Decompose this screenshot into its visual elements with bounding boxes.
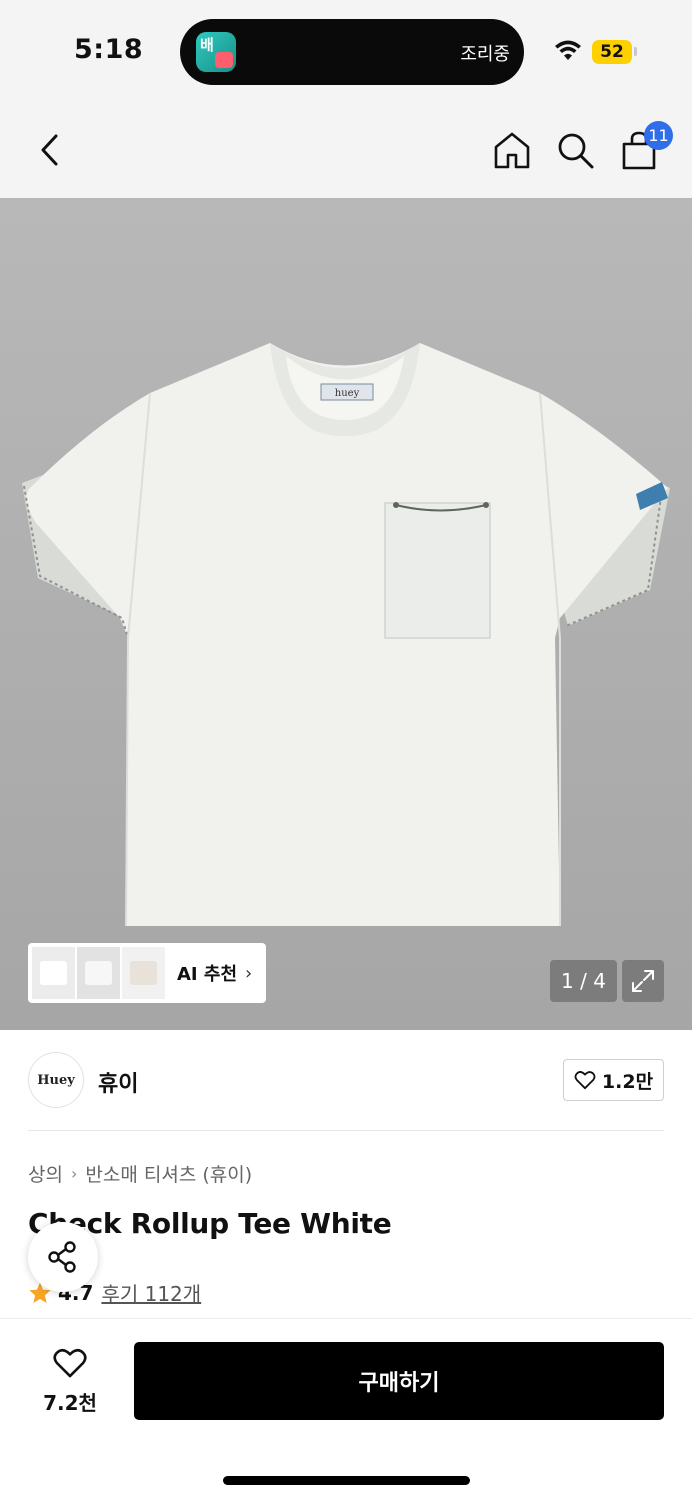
- dynamic-island[interactable]: 배 조리중: [180, 19, 524, 85]
- breadcrumb-separator: ›: [70, 1164, 78, 1183]
- share-icon: [48, 1241, 76, 1273]
- buy-button[interactable]: 구매하기: [134, 1342, 664, 1420]
- brand-like-count: 1.2만: [601, 1070, 654, 1093]
- breadcrumb: 상의 › 반소매 티셔츠 (휴이): [28, 1160, 252, 1187]
- search-icon: [558, 133, 594, 169]
- back-arrow-icon: [41, 134, 58, 166]
- wishlist-button[interactable]: 7.2천: [30, 1345, 110, 1415]
- delivery-app-icon: 배: [196, 32, 236, 72]
- cart-button[interactable]: 11: [617, 121, 673, 172]
- product-image: huey: [22, 343, 670, 927]
- ai-thumbnail-2[interactable]: [77, 947, 120, 999]
- brand-logo[interactable]: Huey: [28, 1052, 84, 1108]
- ai-recommend-label: AI 추천: [177, 964, 238, 985]
- ai-recommendation-card[interactable]: AI 추천 ›: [28, 943, 266, 1003]
- breadcrumb-category[interactable]: 상의: [28, 1160, 63, 1187]
- home-icon: [494, 132, 530, 169]
- breadcrumb-subcategory[interactable]: 반소매 티셔츠 (휴이): [85, 1160, 252, 1187]
- navigation-bar: 11: [0, 100, 692, 198]
- brand-like-button[interactable]: 1.2만: [563, 1059, 664, 1101]
- chevron-right-icon: ›: [245, 962, 253, 984]
- review-link[interactable]: 후기 112개: [101, 1278, 201, 1307]
- heart-icon: [53, 1348, 87, 1378]
- bottom-action-bar: 7.2천 구매하기: [0, 1318, 692, 1500]
- wifi-icon: [555, 40, 581, 60]
- search-button[interactable]: [553, 128, 597, 172]
- product-image-gallery[interactable]: huey AI 추천 › 1 / 4: [0, 198, 692, 1030]
- divider: [28, 1130, 664, 1131]
- ai-thumbnail-1[interactable]: [32, 947, 75, 999]
- battery-indicator: 52: [592, 40, 632, 64]
- cart-count-badge: 11: [644, 121, 673, 150]
- home-indicator: [223, 1476, 470, 1485]
- heart-icon: [574, 1071, 596, 1090]
- brand-row: Huey 휴이 1.2만: [28, 1052, 664, 1110]
- neck-tag-text: huey: [335, 388, 360, 399]
- status-bar: 5:18 배 조리중 52: [0, 0, 692, 100]
- back-button[interactable]: [28, 128, 72, 172]
- battery-tip: [634, 47, 637, 56]
- expand-icon: [632, 970, 654, 992]
- status-time: 5:18: [74, 34, 144, 65]
- expand-image-button[interactable]: [622, 960, 664, 1002]
- image-page-indicator: 1 / 4: [550, 960, 617, 1002]
- wishlist-count: 7.2천: [43, 1391, 97, 1415]
- app-icon-label: 배: [200, 36, 214, 54]
- brand-name[interactable]: 휴이: [98, 1066, 138, 1098]
- ai-thumbnail-3[interactable]: [122, 947, 165, 999]
- live-activity-status: 조리중: [460, 44, 510, 65]
- home-button[interactable]: [490, 128, 534, 172]
- share-button[interactable]: [28, 1222, 98, 1292]
